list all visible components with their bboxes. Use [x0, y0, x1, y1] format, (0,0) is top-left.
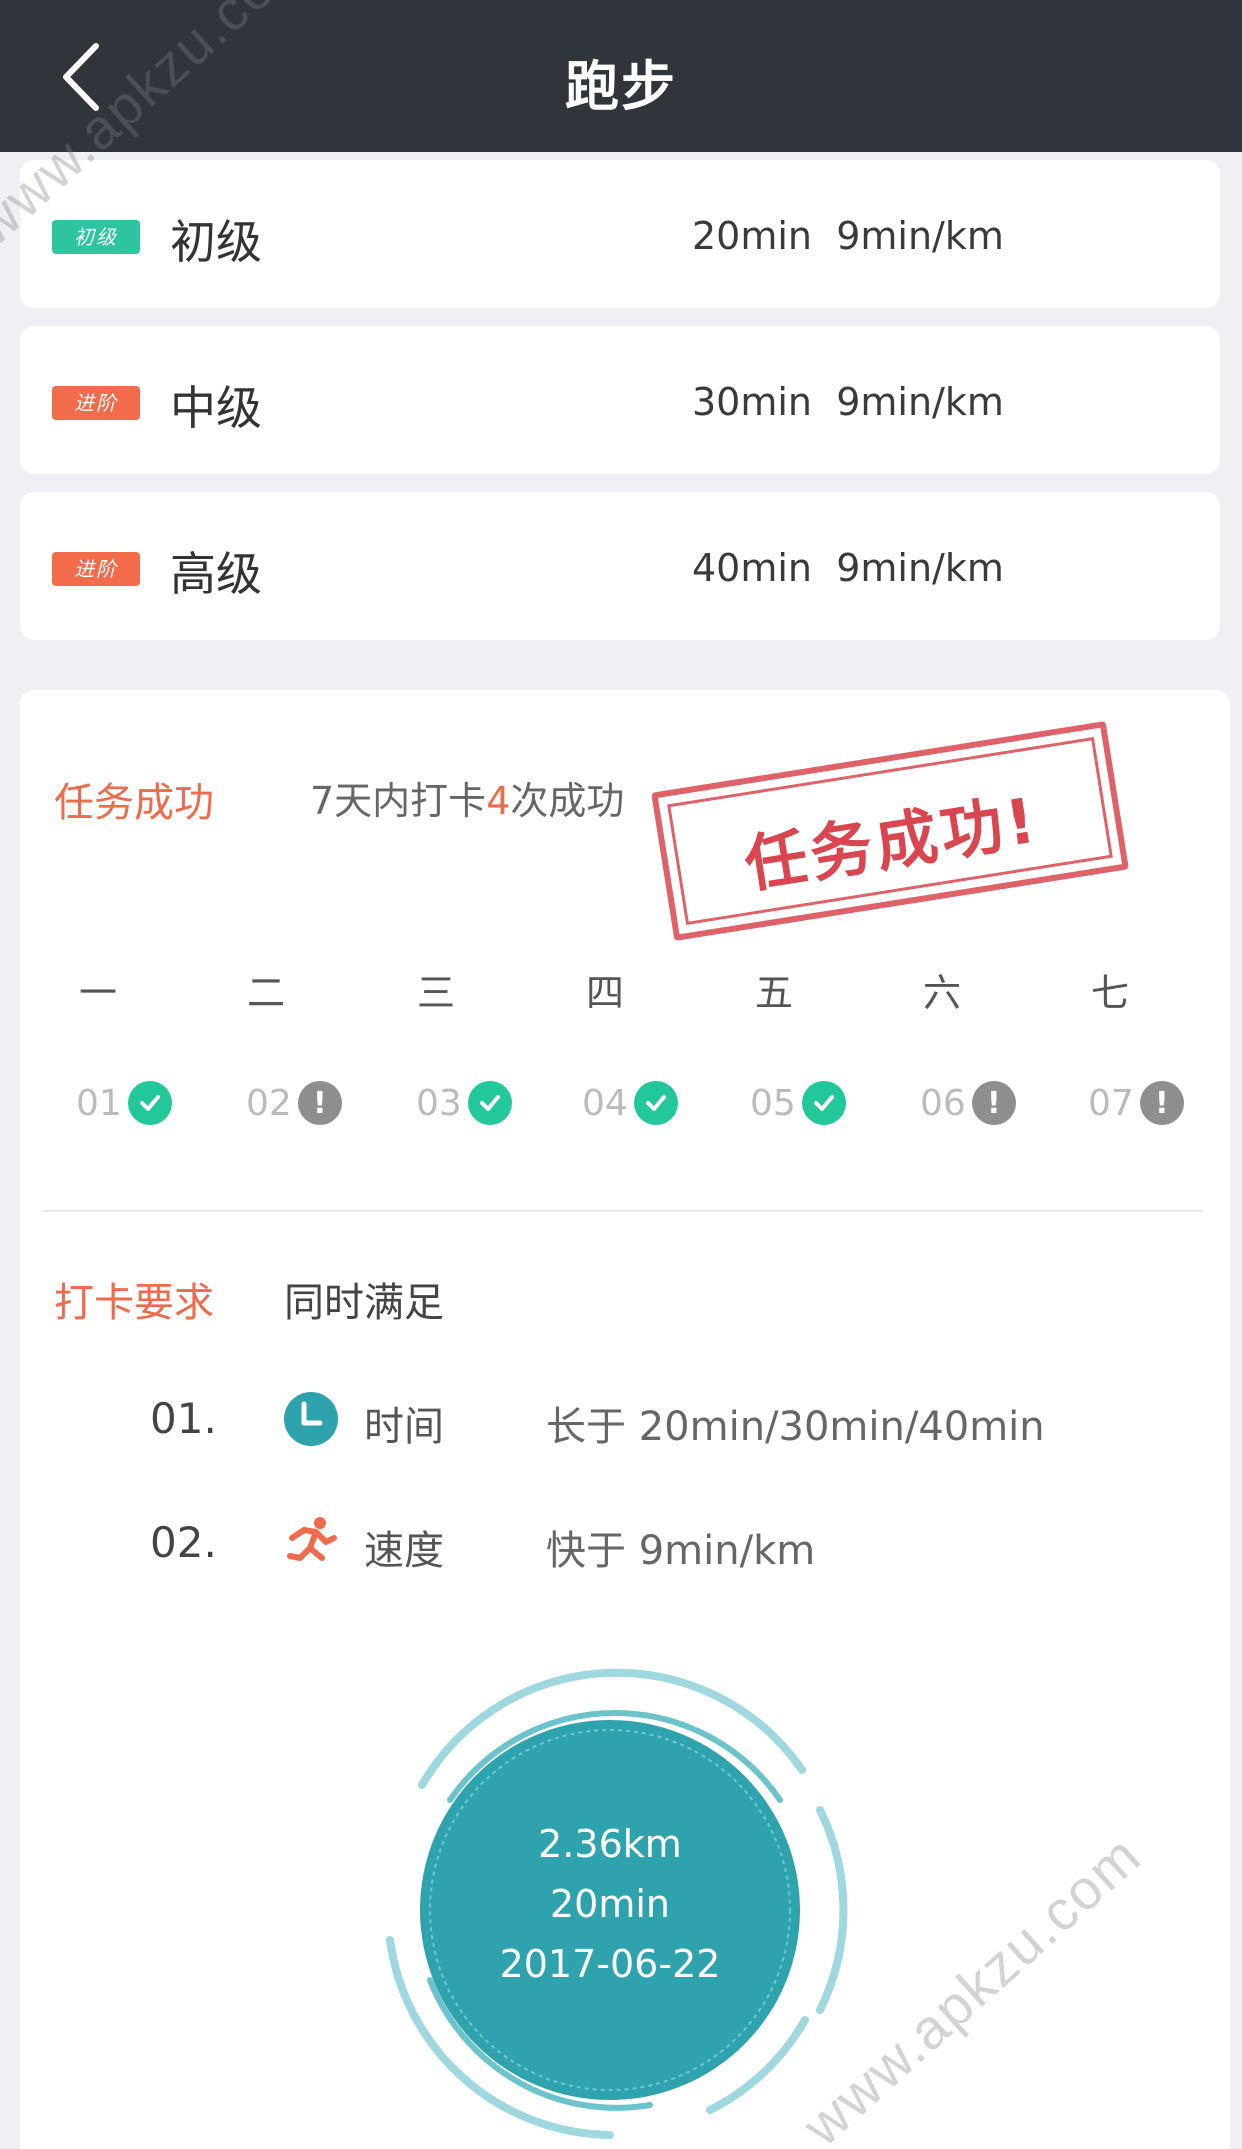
weekday-label: 三 — [416, 971, 455, 1015]
weekday-label: 五 — [754, 971, 793, 1015]
requirement-name: 时间 — [364, 1404, 444, 1450]
level-duration: 30min — [692, 380, 813, 424]
level-name: 高级 — [170, 547, 262, 601]
level-pace: 9min/km — [836, 214, 1004, 258]
weekday-label: 二 — [246, 971, 285, 1015]
day-number: 03 — [416, 1082, 462, 1124]
level-badge: 初级 — [52, 220, 140, 254]
weekday-label: 六 — [922, 971, 961, 1015]
day-number: 07 — [1088, 1082, 1134, 1124]
level-name: 中级 — [170, 381, 262, 435]
requirement-value: 快于 9min/km — [546, 1528, 816, 1574]
check-circle-icon — [127, 1081, 172, 1125]
task-desc-prefix: 7天内打卡 — [310, 779, 487, 823]
level-duration: 40min — [692, 546, 813, 590]
day-item[interactable]: 07 ! — [1088, 1078, 1184, 1128]
level-metrics: 20min 9min/km — [692, 214, 1004, 258]
level-badge: 进阶 — [52, 552, 140, 586]
day-item[interactable]: 02 ! — [246, 1078, 342, 1128]
day-number: 02 — [246, 1082, 292, 1124]
requirement-number: 01. — [150, 1394, 217, 1443]
requirement-value: 长于 20min/30min/40min — [546, 1404, 1045, 1450]
success-stamp: 任务成功! — [651, 720, 1129, 942]
weekday-label: 一 — [78, 971, 117, 1015]
exclamation-circle-icon: ! — [971, 1081, 1016, 1125]
weekday-label: 七 — [1090, 971, 1129, 1015]
check-circle-icon — [467, 1081, 512, 1125]
day-number: 06 — [920, 1082, 966, 1124]
level-duration: 20min — [692, 214, 813, 258]
day-item[interactable]: 06 ! — [920, 1078, 1016, 1128]
clock-icon — [284, 1392, 338, 1446]
level-card-advanced[interactable]: 进阶 高级 40min 9min/km — [20, 492, 1220, 640]
level-metrics: 30min 9min/km — [692, 380, 1004, 424]
task-desc-suffix: 次成功 — [510, 779, 625, 823]
run-summary-ring[interactable]: 2.36km 20min 2017-06-22 — [350, 1650, 870, 2149]
exclamation-circle-icon: ! — [297, 1081, 342, 1125]
day-item[interactable]: 03 — [416, 1078, 512, 1128]
requirements-label: 打卡要求 — [54, 1280, 214, 1326]
level-name: 初级 — [170, 215, 262, 269]
level-metrics: 40min 9min/km — [692, 546, 1004, 590]
requirement-row: 02. 速度 快于 9min/km — [20, 1510, 1230, 1580]
level-badge: 进阶 — [52, 386, 140, 420]
run-date: 2017-06-22 — [499, 1942, 721, 1986]
day-item[interactable]: 05 — [750, 1078, 846, 1128]
level-card-beginner[interactable]: 初级 初级 20min 9min/km — [20, 160, 1220, 308]
runner-icon — [287, 1517, 337, 1561]
requirement-row: 01. 时间 长于 20min/30min/40min — [20, 1386, 1230, 1456]
run-distance: 2.36km — [538, 1822, 682, 1866]
level-pace: 9min/km — [836, 546, 1004, 590]
check-circle-icon — [633, 1081, 678, 1125]
task-desc-count: 4 — [486, 779, 511, 823]
task-status-label: 任务成功 — [54, 780, 214, 826]
day-item[interactable]: 04 — [582, 1078, 678, 1128]
weekday-label: 四 — [585, 971, 624, 1015]
section-divider — [42, 1210, 1202, 1212]
requirement-name: 速度 — [364, 1528, 444, 1574]
day-number: 05 — [750, 1082, 796, 1124]
level-card-intermediate[interactable]: 进阶 中级 30min 9min/km — [20, 326, 1220, 474]
run-duration: 20min — [549, 1882, 670, 1926]
task-description: 7天内打卡4次成功 — [310, 770, 624, 825]
level-pace: 9min/km — [836, 380, 1004, 424]
check-circle-icon — [801, 1081, 846, 1125]
day-number: 04 — [582, 1082, 628, 1124]
requirements-desc: 同时满足 — [284, 1280, 444, 1326]
exclamation-circle-icon: ! — [1139, 1081, 1184, 1125]
day-number: 01 — [76, 1082, 122, 1124]
requirement-number: 02. — [150, 1518, 217, 1567]
day-item[interactable]: 01 — [76, 1078, 172, 1128]
